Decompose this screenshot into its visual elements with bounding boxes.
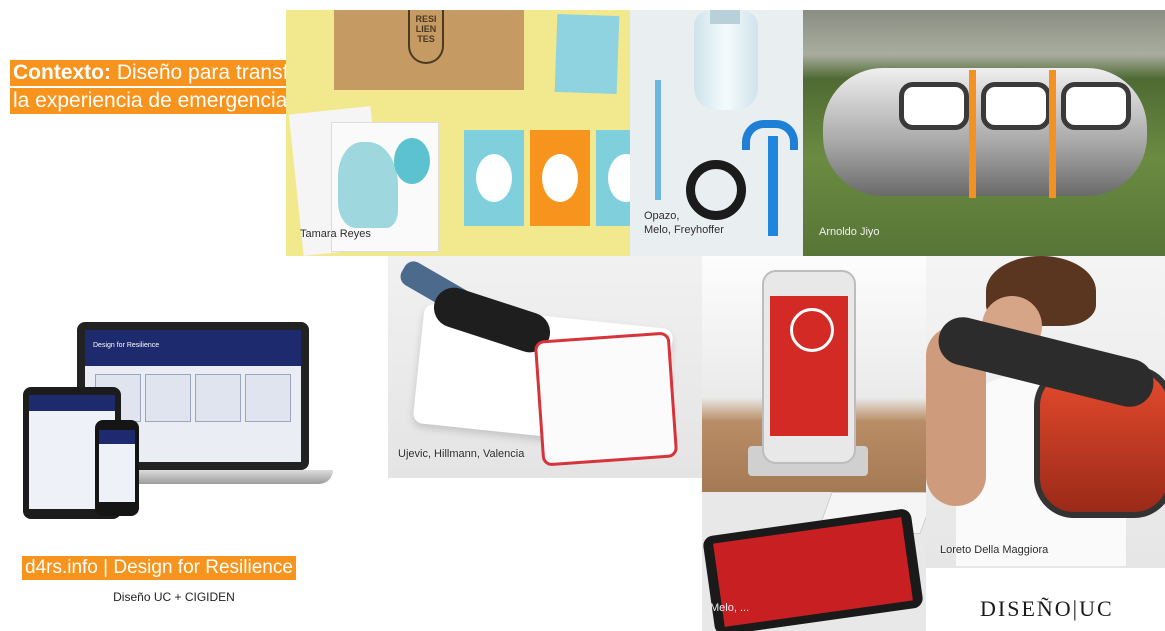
site-card (195, 374, 241, 422)
title-bold: Contexto: (13, 61, 111, 84)
sleeping-bag-photo: Ujevic, Hillmann, Valencia (388, 256, 702, 478)
tablet-app-photo: Melo, ... (702, 492, 926, 631)
resilientes-logo: RESI LIEN TES (408, 10, 444, 64)
illustrated-face (338, 142, 398, 228)
site-card (245, 374, 291, 422)
capsule-photo: Arnoldo Jiyo (803, 10, 1165, 256)
black-hose-coil (686, 160, 746, 220)
credit-booklets: Tamara Reyes (300, 228, 371, 240)
capsule-window (899, 82, 969, 130)
blue-handle (768, 136, 778, 236)
credit-tablet: Melo, ... (710, 602, 750, 614)
baby-carrier-photo: Loreto Della Maggiora (926, 256, 1165, 568)
sos-app-screen (770, 296, 848, 436)
red-trim-pillow (533, 331, 679, 467)
smartphone (95, 420, 139, 516)
credit-bottle-line2: Melo, Freyhoffer (644, 224, 724, 236)
water-device-photo: Opazo, Melo, Freyhoffer (630, 10, 803, 256)
site-link-label[interactable]: d4rs.info | Design for Resilience (22, 556, 296, 580)
site-cards (95, 374, 291, 422)
booklets-photo: RESI LIEN TES Tamara Reyes (286, 10, 630, 256)
booklet-card (530, 130, 590, 226)
sos-app-photo (702, 256, 926, 492)
site-header: Design for Resilience (85, 330, 301, 366)
blue-booklet (554, 13, 620, 95)
site-subtitle: Diseño UC + CIGIDEN (113, 590, 235, 604)
credit-capsule: Arnoldo Jiyo (819, 226, 880, 238)
credit-bottle-line1: Opazo, (644, 210, 680, 222)
orange-strap (1049, 70, 1056, 198)
orange-strap (969, 70, 976, 198)
credit-carrier: Loreto Della Maggiora (940, 544, 1049, 556)
site-card (145, 374, 191, 422)
capsule-window (981, 82, 1051, 130)
booklet-card (464, 130, 524, 226)
diseno-uc-logo: DISEÑO|UC (980, 596, 1114, 621)
phone-screen (99, 430, 135, 502)
pump-pipe (655, 80, 661, 200)
sos-ring-icon (790, 308, 834, 352)
site-screen-title: Design for Resilience (93, 342, 160, 349)
devices-mockup: Design for Resilience (15, 322, 337, 522)
credit-bag: Ujevic, Hillmann, Valencia (398, 448, 525, 460)
booklet-card (596, 130, 630, 226)
bottle-cap (710, 10, 740, 24)
water-bottle (694, 10, 758, 110)
speech-bubble (394, 138, 430, 184)
iphone (762, 270, 856, 464)
title-line-2: la experiencia de emergencia (10, 88, 291, 114)
capsule-window (1061, 82, 1131, 130)
